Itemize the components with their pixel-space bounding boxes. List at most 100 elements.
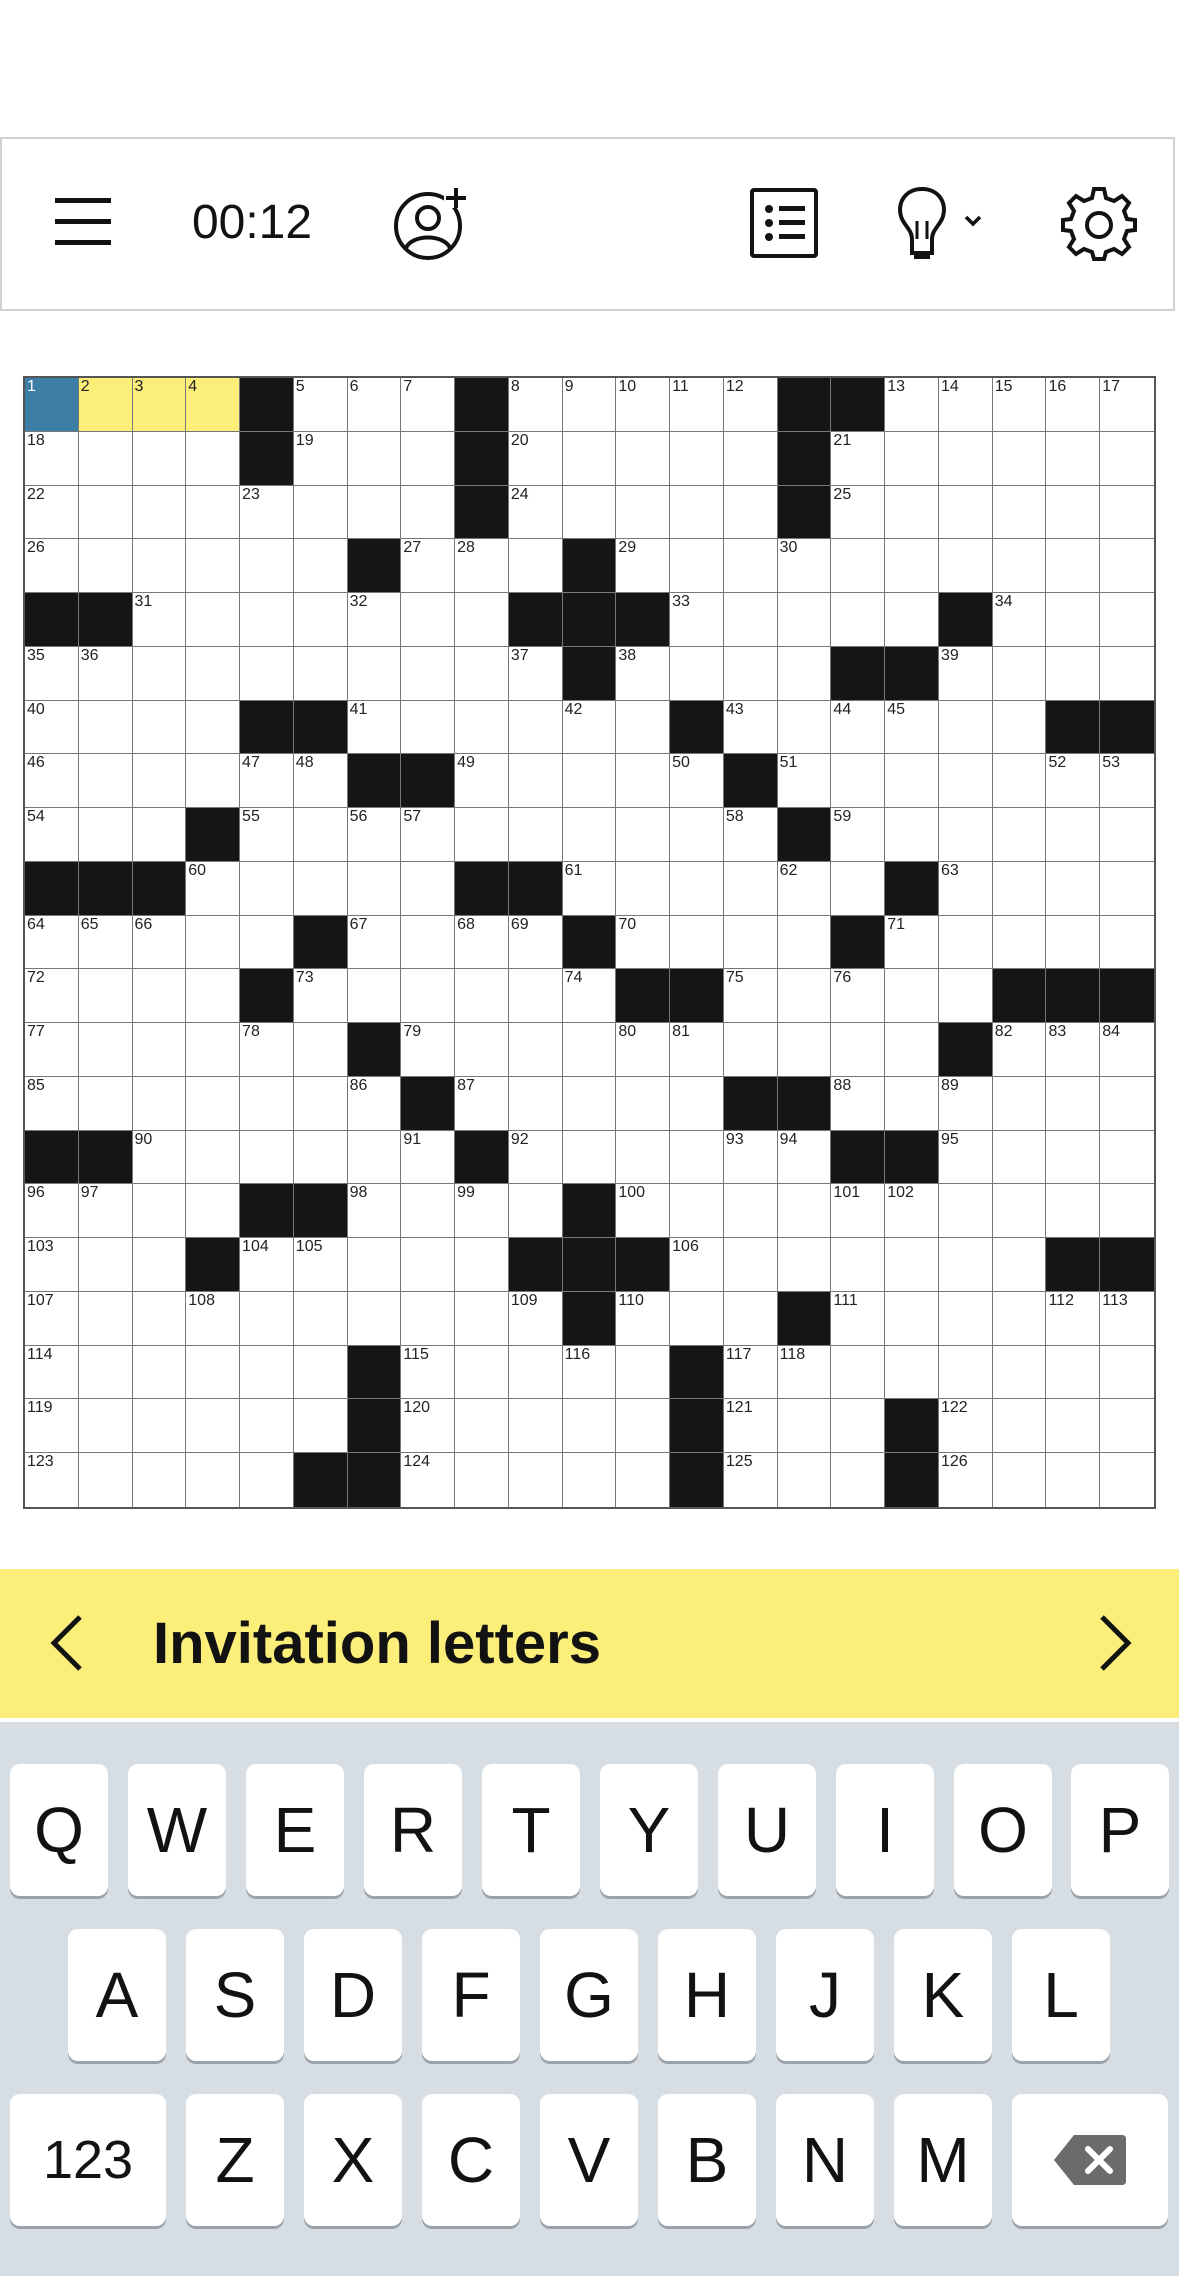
- grid-cell[interactable]: [78, 1399, 133, 1454]
- grid-cell[interactable]: [347, 1291, 402, 1346]
- grid-cell[interactable]: [186, 431, 241, 486]
- grid-cell[interactable]: [938, 808, 993, 862]
- grid-cell[interactable]: 4: [186, 378, 241, 432]
- grid-cell[interactable]: [670, 861, 724, 916]
- grid-cell[interactable]: 117: [723, 1345, 778, 1400]
- grid-cell[interactable]: [938, 539, 993, 594]
- grid-cell[interactable]: [508, 1399, 563, 1454]
- grid-cell[interactable]: 22: [25, 485, 79, 540]
- grid-cell[interactable]: [777, 593, 832, 647]
- grid-cell[interactable]: [885, 754, 939, 809]
- grid-cell[interactable]: [938, 1291, 993, 1346]
- grid-cell[interactable]: [455, 969, 509, 1024]
- grid-cell[interactable]: [777, 915, 832, 970]
- grid-cell[interactable]: 69: [508, 915, 563, 970]
- grid-cell[interactable]: 82: [992, 1023, 1047, 1077]
- grid-cell[interactable]: 77: [25, 1023, 79, 1077]
- grid-cell[interactable]: [562, 431, 617, 486]
- grid-cell[interactable]: 67: [347, 915, 402, 970]
- grid-cell[interactable]: 90: [132, 1130, 187, 1185]
- grid-cell[interactable]: [401, 861, 456, 916]
- grid-cell[interactable]: [186, 969, 241, 1024]
- grid-cell[interactable]: [992, 1130, 1047, 1185]
- grid-cell[interactable]: [885, 969, 939, 1024]
- grid-cell[interactable]: [616, 1399, 671, 1454]
- grid-cell[interactable]: [723, 1023, 778, 1077]
- grid-cell[interactable]: [992, 431, 1047, 486]
- grid-cell[interactable]: [670, 485, 724, 540]
- grid-cell[interactable]: 113: [1100, 1291, 1154, 1346]
- grid-cell[interactable]: 76: [831, 969, 886, 1024]
- grid-cell[interactable]: [670, 1291, 724, 1346]
- grid-cell[interactable]: [616, 1076, 671, 1131]
- grid-cell[interactable]: [723, 1238, 778, 1292]
- grid-cell[interactable]: 98: [347, 1184, 402, 1239]
- grid-cell[interactable]: [1100, 1076, 1154, 1131]
- grid-cell[interactable]: [132, 646, 187, 701]
- grid-cell[interactable]: 95: [938, 1130, 993, 1185]
- grid-cell[interactable]: [885, 808, 939, 862]
- grid-cell[interactable]: [1100, 1453, 1154, 1507]
- previous-clue-icon[interactable]: [36, 1607, 108, 1679]
- grid-cell[interactable]: 62: [777, 861, 832, 916]
- grid-cell[interactable]: [723, 1184, 778, 1239]
- grid-cell[interactable]: [186, 1130, 241, 1185]
- grid-cell[interactable]: 103: [25, 1238, 79, 1292]
- grid-cell[interactable]: [562, 808, 617, 862]
- key-h[interactable]: H: [658, 1929, 756, 2061]
- grid-cell[interactable]: [616, 1345, 671, 1400]
- grid-cell[interactable]: 56: [347, 808, 402, 862]
- grid-cell[interactable]: 25: [831, 485, 886, 540]
- grid-cell[interactable]: [1100, 915, 1154, 970]
- grid-cell[interactable]: [723, 485, 778, 540]
- grid-cell[interactable]: 19: [293, 431, 348, 486]
- grid-cell[interactable]: 36: [78, 646, 133, 701]
- grid-cell[interactable]: [616, 1453, 671, 1507]
- grid-cell[interactable]: [831, 1399, 886, 1454]
- grid-cell[interactable]: 7: [401, 378, 456, 432]
- grid-cell[interactable]: [508, 754, 563, 809]
- grid-cell[interactable]: 17: [1100, 378, 1154, 432]
- grid-cell[interactable]: [347, 1130, 402, 1185]
- grid-cell[interactable]: 85: [25, 1076, 79, 1131]
- grid-cell[interactable]: [1046, 1184, 1101, 1239]
- grid-cell[interactable]: [78, 1291, 133, 1346]
- grid-cell[interactable]: [132, 1399, 187, 1454]
- grid-cell[interactable]: [508, 700, 563, 755]
- grid-cell[interactable]: [562, 1076, 617, 1131]
- grid-cell[interactable]: 18: [25, 431, 79, 486]
- grid-cell[interactable]: 6: [347, 378, 402, 432]
- grid-cell[interactable]: 10: [616, 378, 671, 432]
- grid-cell[interactable]: [78, 969, 133, 1024]
- grid-cell[interactable]: [293, 808, 348, 862]
- grid-cell[interactable]: [240, 646, 294, 701]
- grid-cell[interactable]: [78, 808, 133, 862]
- grid-cell[interactable]: 80: [616, 1023, 671, 1077]
- grid-cell[interactable]: 61: [562, 861, 617, 916]
- grid-cell[interactable]: 43: [723, 700, 778, 755]
- grid-cell[interactable]: [347, 1238, 402, 1292]
- grid-cell[interactable]: 107: [25, 1291, 79, 1346]
- grid-cell[interactable]: [293, 1399, 348, 1454]
- grid-cell[interactable]: [1046, 485, 1101, 540]
- grid-cell[interactable]: 92: [508, 1130, 563, 1185]
- grid-cell[interactable]: [78, 1238, 133, 1292]
- grid-cell[interactable]: 13: [885, 378, 939, 432]
- grid-cell[interactable]: [455, 646, 509, 701]
- key-c[interactable]: C: [422, 2094, 520, 2226]
- grid-cell[interactable]: 52: [1046, 754, 1101, 809]
- grid-cell[interactable]: [992, 861, 1047, 916]
- grid-cell[interactable]: [938, 1345, 993, 1400]
- grid-cell[interactable]: 126: [938, 1453, 993, 1507]
- grid-cell[interactable]: 86: [347, 1076, 402, 1131]
- grid-cell[interactable]: [1100, 861, 1154, 916]
- grid-cell[interactable]: 15: [992, 378, 1047, 432]
- grid-cell[interactable]: [293, 485, 348, 540]
- grid-cell[interactable]: [1046, 1345, 1101, 1400]
- grid-cell[interactable]: [831, 1023, 886, 1077]
- grid-cell[interactable]: [455, 1238, 509, 1292]
- grid-cell[interactable]: [186, 539, 241, 594]
- key-p[interactable]: P: [1071, 1764, 1169, 1896]
- grid-cell[interactable]: 12: [723, 378, 778, 432]
- grid-cell[interactable]: [992, 915, 1047, 970]
